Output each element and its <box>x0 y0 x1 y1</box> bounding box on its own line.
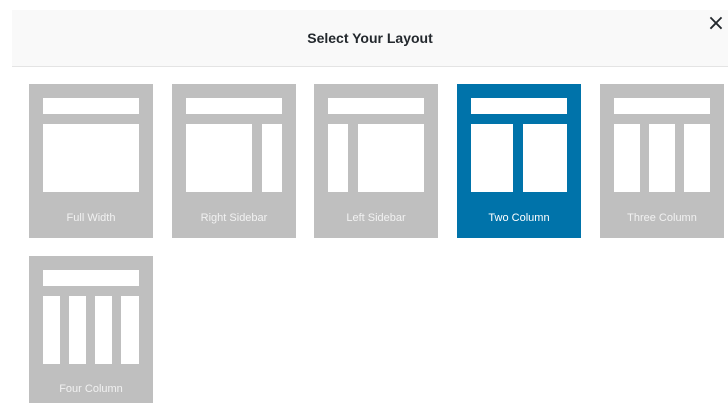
layout-option-two-column[interactable]: Two Column <box>457 84 581 238</box>
four-column-layout-icon-column-3 <box>95 296 112 364</box>
layout-option-label: Four Column <box>59 383 123 395</box>
right-sidebar-layout-icon-header-block <box>186 98 282 114</box>
layout-dialog: Select Your Layout × Full Width Right Si… <box>0 0 728 403</box>
layout-option-label: Left Sidebar <box>346 212 406 224</box>
two-column-layout-icon-column-2 <box>523 124 567 192</box>
layout-option-left-sidebar[interactable]: Left Sidebar <box>314 84 438 238</box>
layout-option-right-sidebar[interactable]: Right Sidebar <box>172 84 296 238</box>
layout-option-label: Three Column <box>627 212 697 224</box>
dialog-title: Select Your Layout <box>307 30 433 46</box>
four-column-layout-icon-header-block <box>43 270 139 286</box>
layout-option-label: Full Width <box>66 212 116 224</box>
four-column-layout-icon-column-4 <box>121 296 139 364</box>
layout-option-four-column[interactable]: Four Column <box>29 256 153 403</box>
three-column-layout-icon-column-3 <box>684 124 710 192</box>
layout-option-label: Two Column <box>488 212 550 224</box>
full-width-layout-icon <box>43 124 139 192</box>
right-sidebar-layout-icon <box>186 124 252 192</box>
layout-option-three-column[interactable]: Three Column <box>600 84 724 238</box>
close-icon[interactable]: × <box>704 12 728 36</box>
three-column-layout-icon-header-block <box>614 98 710 114</box>
left-sidebar-layout-icon-sidebar-block <box>328 124 348 192</box>
four-column-layout-icon-column-2 <box>69 296 86 364</box>
layout-option-full-width[interactable]: Full Width <box>29 84 153 238</box>
three-column-layout-icon-column-2 <box>649 124 675 192</box>
two-column-layout-icon <box>471 124 513 192</box>
left-sidebar-layout-icon-header-block <box>328 98 424 114</box>
two-column-layout-icon-header-block <box>471 98 567 114</box>
four-column-layout-icon <box>43 296 60 364</box>
full-width-layout-icon-header-block <box>43 98 139 114</box>
layout-option-label: Right Sidebar <box>200 212 268 224</box>
left-sidebar-layout-icon <box>358 124 424 192</box>
right-sidebar-layout-icon-sidebar-block <box>262 124 282 192</box>
three-column-layout-icon <box>614 124 640 192</box>
dialog-header: Select Your Layout <box>12 10 728 67</box>
